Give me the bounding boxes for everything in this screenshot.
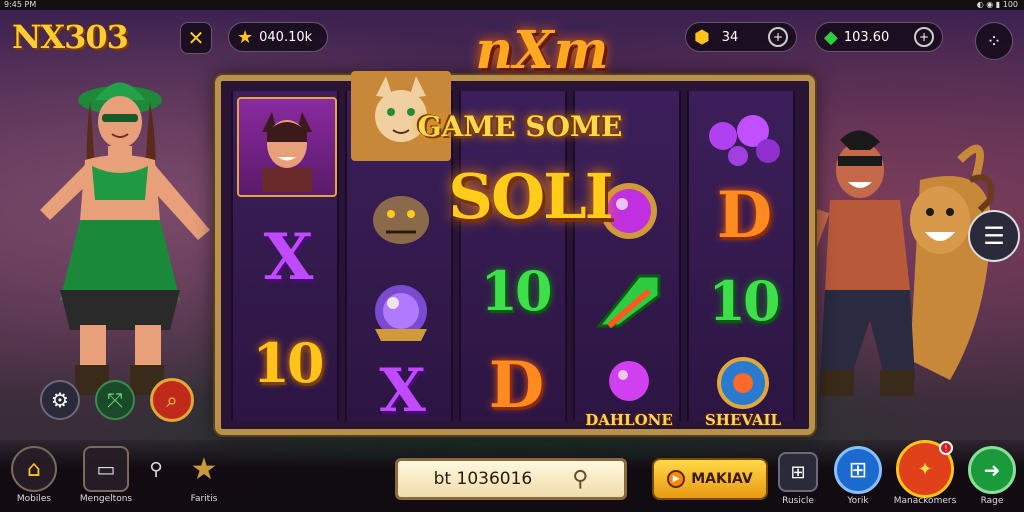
add-icon[interactable]: + (914, 27, 934, 47)
symbol-purple-x-2: X (379, 356, 426, 426)
warrior-portrait-icon (262, 112, 312, 192)
home-icon: ⌂ (11, 446, 57, 492)
bonus-button-label: Manackomers (893, 496, 957, 506)
gem-balance-value: 34 (721, 29, 739, 45)
right-character (800, 130, 994, 396)
next-button-label: Rage (980, 496, 1004, 506)
symbol-label-shevail: SHEVAIL (704, 411, 782, 429)
reel-5: D 10 SHEVAIL (687, 91, 795, 429)
emerald-icon: ◆ (824, 26, 838, 48)
symbol-gold-10: 10 (252, 331, 324, 395)
gem-orb-icon (609, 361, 649, 401)
settings-button[interactable]: ⚙ (40, 380, 80, 420)
nav-folder[interactable]: ▭ Mengeltons (76, 446, 136, 504)
arrow-icon: ➜ (983, 458, 1001, 482)
pin-icon: ⚲ (149, 458, 163, 480)
play-icon: ▶ (667, 470, 686, 488)
search-icon: ⌕ (166, 388, 178, 412)
close-icon: ✕ (187, 26, 205, 50)
game-title-top: nXm (475, 20, 609, 81)
symbol-orange-d-2: D (716, 177, 772, 253)
spin-label: MAKIAV (691, 471, 753, 487)
nav-folder-label: Mengeltons (79, 494, 133, 504)
amulet-icon (717, 357, 769, 409)
menu-dots-icon: ⁘ (986, 30, 1002, 52)
nav-favorites-label: Faritis (190, 494, 218, 504)
bonus-button[interactable]: ✦ ! (896, 440, 954, 498)
windows-button-label: Yorik (847, 496, 869, 506)
next-button[interactable]: ➜ (968, 446, 1016, 494)
close-button[interactable]: ✕ (180, 22, 212, 54)
symbol-orange-d: D (488, 347, 544, 423)
grid-button[interactable]: ⊞ (778, 452, 818, 492)
notification-badge: ! (939, 441, 953, 455)
status-icons: ◐ ◉ ▮ 100 (976, 0, 1018, 9)
arrows-icon: ⤧ (107, 388, 123, 412)
symbol-dahlone: DAHLONE (579, 335, 679, 435)
gold-gem-icon: ⬢ (694, 26, 710, 48)
grid-icon: ⊞ (790, 461, 806, 483)
coin-balance-value: 040.10k (259, 29, 313, 45)
symbol-purple-x: X (263, 219, 314, 295)
emerald-balance-value: 103.60 (843, 29, 890, 45)
nav-home[interactable]: ⌂ Mobiles (4, 446, 64, 504)
symbol-label-dahlone: DAHLONE (585, 411, 673, 429)
bet-value: bt 1036016 (433, 469, 533, 489)
star-icon: ★ (190, 451, 218, 487)
gem-balance[interactable]: ⬢ 34 + (685, 22, 797, 52)
autoplay-button[interactable]: ⤧ (95, 380, 135, 420)
arrow-symbol-icon (595, 274, 661, 329)
win-text: SOLI (448, 160, 613, 233)
star-coin-icon: ★ (237, 26, 254, 48)
nav-favorites[interactable]: ★ Faritis (174, 446, 234, 505)
game-logo: NX303 (12, 18, 129, 56)
folder-icon: ▭ (83, 446, 129, 492)
nav-home-label: Mobiles (16, 494, 52, 504)
add-icon[interactable]: + (768, 27, 788, 47)
gear-icon: ⚙ (51, 388, 69, 412)
search-icon: ⚲ (572, 466, 589, 492)
symbol-shevail: SHEVAIL (693, 335, 793, 435)
search-button[interactable]: ⌕ (150, 378, 194, 422)
windows-icon: ⊞ (848, 457, 868, 483)
bet-input[interactable]: bt 1036016 ⚲ (395, 458, 627, 500)
symbol-beast (351, 167, 451, 267)
beast-portrait-icon (373, 196, 429, 244)
emerald-balance[interactable]: ◆ 103.60 + (815, 22, 943, 52)
bonus-icon: ✦ (917, 458, 933, 480)
symbol-character-warrior (237, 97, 337, 197)
hamburger-icon: ☰ (983, 222, 1005, 250)
side-menu-button[interactable]: ☰ (968, 210, 1020, 262)
left-character (40, 82, 210, 395)
symbol-green-10: 10 (480, 259, 552, 323)
crystal-orb-icon (375, 285, 427, 341)
windows-button[interactable]: ⊞ (834, 446, 882, 494)
status-time: 9:45 PM (4, 0, 37, 9)
game-title-banner: GAME SOME (417, 110, 623, 143)
menu-button[interactable]: ⁘ (975, 22, 1013, 60)
spin-button[interactable]: ▶ MAKIAV (652, 458, 768, 500)
nav-location[interactable]: ⚲ (136, 446, 176, 492)
status-bar: 9:45 PM ◐ ◉ ▮ 100 (0, 0, 1024, 10)
coin-balance[interactable]: ★ 040.10k (228, 22, 328, 52)
reel-1: X 10 (231, 91, 339, 421)
